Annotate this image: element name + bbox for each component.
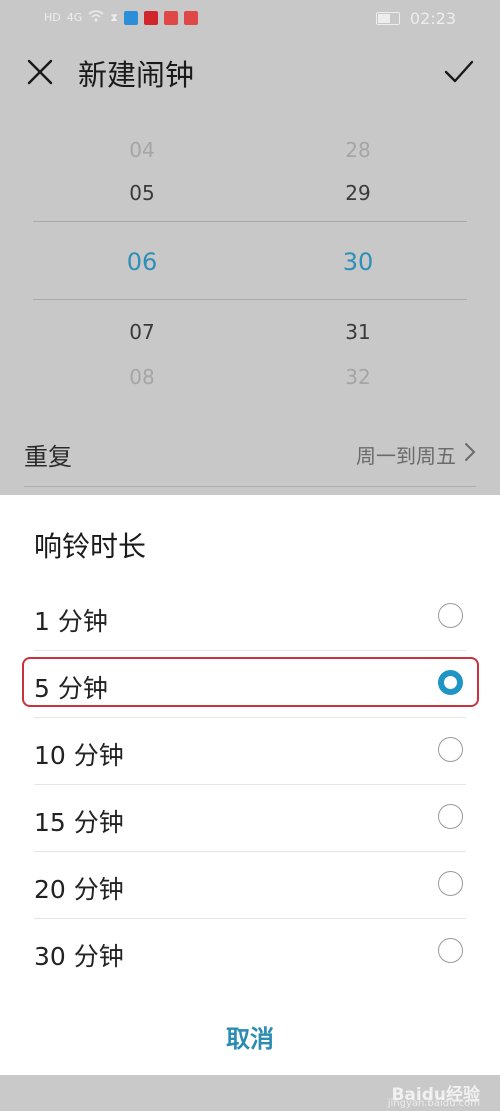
app-notification-icon bbox=[184, 10, 199, 25]
radio-button[interactable] bbox=[438, 804, 463, 829]
wifi-icon bbox=[88, 10, 104, 25]
close-icon bbox=[27, 59, 53, 85]
cancel-button[interactable]: 取消 bbox=[200, 1019, 300, 1054]
chevron-right-icon bbox=[465, 443, 476, 461]
minute-selected[interactable]: 30 bbox=[308, 248, 408, 276]
status-time: 02:23 bbox=[409, 9, 456, 28]
repeat-value: 周一到周五 bbox=[356, 444, 456, 468]
time-picker[interactable]: 04 05 06 07 08 28 29 30 31 32 bbox=[0, 130, 500, 390]
picker-divider-bottom bbox=[33, 299, 467, 300]
close-button[interactable] bbox=[24, 56, 56, 88]
option-label: 20 分钟 bbox=[34, 875, 124, 904]
repeat-row[interactable]: 重复 周一到周五 bbox=[0, 425, 500, 487]
option-label: 30 分钟 bbox=[34, 942, 124, 971]
page-title: 新建闹钟 bbox=[78, 58, 195, 92]
tmall-notification-icon bbox=[144, 10, 159, 25]
option-label: 1 分钟 bbox=[34, 607, 108, 636]
selection-highlight-box bbox=[22, 657, 479, 707]
option-20-minutes[interactable]: 20 分钟 bbox=[0, 852, 500, 919]
hour-item[interactable]: 04 bbox=[92, 138, 192, 162]
option-label: 15 分钟 bbox=[34, 808, 124, 837]
option-1-minute[interactable]: 1 分钟 bbox=[0, 584, 500, 651]
hour-selected[interactable]: 06 bbox=[92, 248, 192, 276]
repeat-label: 重复 bbox=[24, 443, 72, 471]
confirm-button[interactable] bbox=[442, 54, 476, 88]
hour-item[interactable]: 07 bbox=[92, 320, 192, 344]
status-left-icons: HD 4G ⧗ bbox=[44, 10, 199, 25]
signal-4g-icon: 4G bbox=[66, 11, 83, 24]
minute-item[interactable]: 31 bbox=[308, 320, 408, 344]
watermark-url: jingyan.baidu.com bbox=[387, 1098, 480, 1109]
hour-item[interactable]: 05 bbox=[92, 181, 192, 205]
top-bar: 新建闹钟 bbox=[0, 40, 500, 102]
radio-button[interactable] bbox=[438, 603, 463, 628]
radio-button[interactable] bbox=[438, 737, 463, 762]
divider bbox=[24, 486, 476, 487]
radio-button[interactable] bbox=[438, 871, 463, 896]
option-10-minutes[interactable]: 10 分钟 bbox=[0, 718, 500, 785]
hourglass-icon: ⧗ bbox=[110, 10, 119, 24]
status-bar: HD 4G ⧗ 02:23 bbox=[0, 0, 500, 36]
radio-button[interactable] bbox=[438, 938, 463, 963]
app-notification-icon bbox=[164, 10, 179, 25]
status-right: 02:23 bbox=[375, 9, 456, 28]
hour-item[interactable]: 08 bbox=[92, 365, 192, 389]
battery-icon bbox=[375, 12, 400, 25]
option-15-minutes[interactable]: 15 分钟 bbox=[0, 785, 500, 852]
minute-item[interactable]: 28 bbox=[308, 138, 408, 162]
app-notification-icon bbox=[124, 10, 139, 25]
check-icon bbox=[444, 60, 474, 83]
minute-item[interactable]: 32 bbox=[308, 365, 408, 389]
sheet-title: 响铃时长 bbox=[34, 530, 147, 563]
option-30-minutes[interactable]: 30 分钟 bbox=[0, 919, 500, 986]
ring-duration-sheet: 响铃时长 1 分钟 5 分钟 10 分钟 15 分钟 20 分钟 30 分钟 取… bbox=[0, 495, 500, 1075]
hd-icon: HD bbox=[44, 11, 61, 24]
picker-divider-top bbox=[33, 221, 467, 222]
option-label: 10 分钟 bbox=[34, 741, 124, 770]
minute-item[interactable]: 29 bbox=[308, 181, 408, 205]
